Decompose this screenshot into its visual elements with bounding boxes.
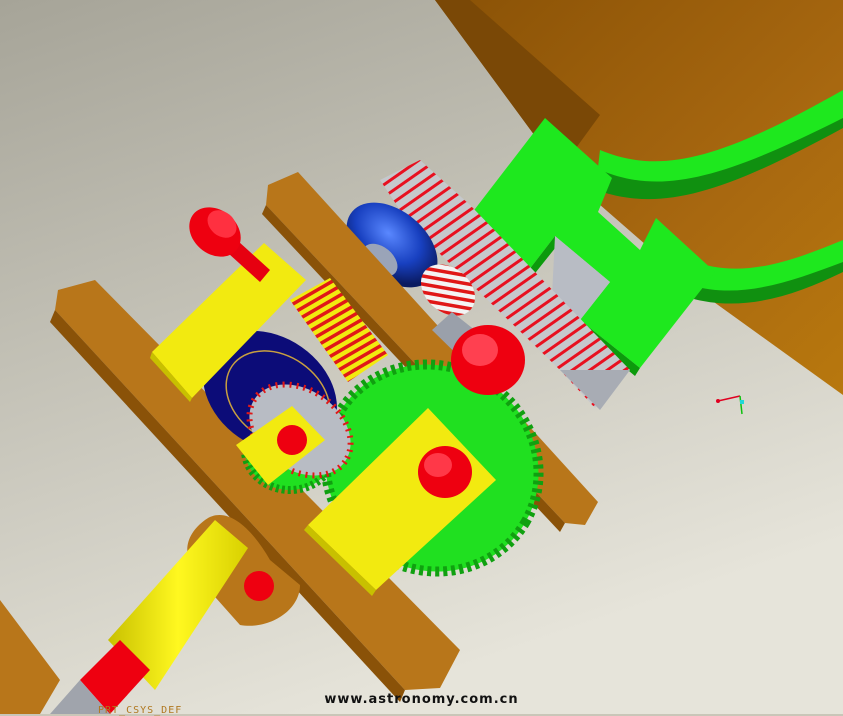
cad-viewport[interactable] (0, 0, 843, 714)
red-pin-large[interactable] (418, 446, 472, 498)
watermark-text: www.astronomy.com.cn (324, 692, 519, 707)
